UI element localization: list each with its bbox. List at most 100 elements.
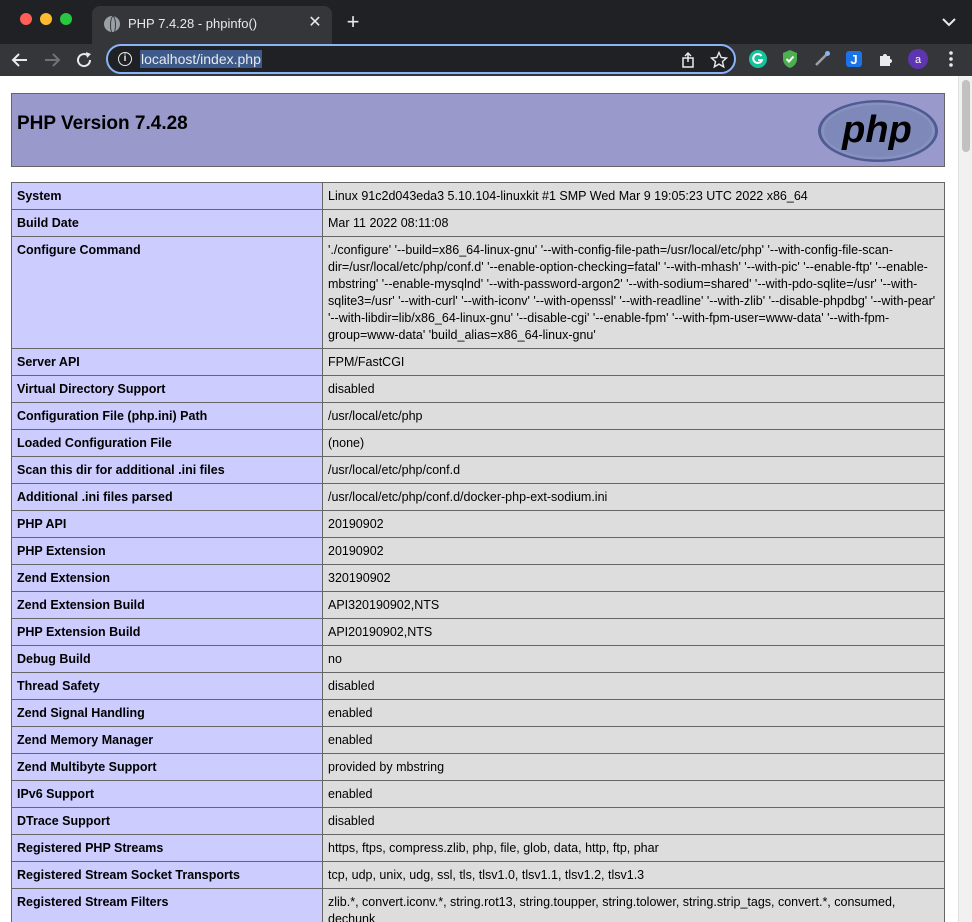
row-label: Registered PHP Streams [11,834,323,862]
table-row: Zend Extension Build API320190902,NTS [11,591,945,619]
page-viewport: PHP Version 7.4.28 php System Linux 91c2d… [0,76,958,922]
forward-arrow-icon[interactable] [40,48,64,72]
tab-close-icon[interactable]: ✕ [306,14,324,32]
row-label: Configure Command [11,236,323,349]
row-label: Zend Memory Manager [11,726,323,754]
share-icon[interactable] [679,51,697,69]
page-title: PHP Version 7.4.28 [17,113,188,134]
table-row: Additional .ini files parsed/usr/local/e… [11,483,945,511]
row-value: https, ftps, compress.zlib, php, file, g… [322,834,945,862]
row-value: disabled [322,375,945,403]
svg-text:a: a [915,54,922,66]
row-value: API20190902,NTS [322,618,945,646]
table-row: DTrace Support disabled [11,807,945,835]
row-label: Loaded Configuration File [11,429,323,457]
row-label: Server API [11,348,323,376]
php-logo: php [818,100,938,162]
row-value: /usr/local/etc/php [322,402,945,430]
new-tab-button[interactable]: + [341,10,365,34]
reload-icon[interactable] [72,48,96,72]
close-window-button[interactable] [20,13,32,25]
row-value: disabled [322,672,945,700]
table-row: Server API FPM/FastCGI [11,348,945,376]
url-text[interactable]: localhost/index.php [140,50,262,68]
table-row: Debug Build no [11,645,945,673]
active-tab[interactable]: PHP 7.4.28 - phpinfo() ✕ [92,6,332,44]
color-picker-icon[interactable] [811,48,833,70]
row-label: PHP Extension Build [11,618,323,646]
row-value: enabled [322,699,945,727]
table-row: System Linux 91c2d043eda3 5.10.104-linuxk… [11,182,945,210]
row-label: Thread Safety [11,672,323,700]
row-value: FPM/FastCGI [322,348,945,376]
table-row: Zend Extension 320190902 [11,564,945,592]
scrollbar-thumb[interactable] [962,80,970,152]
table-row: PHP Extension Build API20190902,NTS [11,618,945,646]
avatar[interactable]: a [907,48,929,70]
row-value: 20190902 [322,510,945,538]
svg-text:php: php [841,109,912,151]
globe-icon [104,16,120,34]
info-icon[interactable]: i [118,52,132,66]
table-row: Zend Memory Manager enabled [11,726,945,754]
vertical-scrollbar[interactable] [958,76,972,922]
row-label: Registered Stream Filters [11,888,323,922]
row-value: provided by mbstring [322,753,945,781]
row-label: Configuration File (php.ini) Path [11,402,323,430]
star-icon[interactable] [710,51,728,69]
row-label: Zend Extension Build [11,591,323,619]
row-value: disabled [322,807,945,835]
table-row: Zend Multibyte Support provided by mbstri… [11,753,945,781]
tab-strip: PHP 7.4.28 - phpinfo() ✕ + [0,0,972,44]
table-row: Virtual Directory Support disabled [11,375,945,403]
row-label: Zend Signal Handling [11,699,323,727]
tab-title: PHP 7.4.28 - phpinfo() [128,16,258,31]
row-value: 20190902 [322,537,945,565]
browser-toolbar: i localhost/index.php J a [0,44,972,76]
table-row: Loaded Configuration File (none) [11,429,945,457]
row-label: Zend Multibyte Support [11,753,323,781]
chevron-down-icon[interactable] [940,14,958,30]
row-label: IPv6 Support [11,780,323,808]
row-value: tcp, udp, unix, udg, ssl, tls, tlsv1.0, … [322,861,945,889]
row-value: no [322,645,945,673]
row-value: (none) [322,429,945,457]
grammarly-icon[interactable] [747,48,769,70]
puzzle-piece-icon[interactable] [875,48,897,70]
row-label: Additional .ini files parsed [11,483,323,511]
address-bar[interactable]: i localhost/index.php [106,44,736,74]
row-label: Virtual Directory Support [11,375,323,403]
row-value: enabled [322,726,945,754]
table-row: PHP API 20190902 [11,510,945,538]
table-row: Registered PHP Streams https, ftps, compr… [11,834,945,862]
row-value: Linux 91c2d043eda3 5.10.104-linuxkit #1 … [322,182,945,210]
extension-j-icon[interactable]: J [843,48,865,70]
row-value: /usr/local/etc/php/conf.d [322,456,945,484]
shield-icon[interactable] [779,48,801,70]
minimize-window-button[interactable] [40,13,52,25]
row-value: zlib.*, convert.iconv.*, string.rot13, s… [322,888,945,922]
row-value: /usr/local/etc/php/conf.d/docker-php-ext… [322,483,945,511]
row-label: DTrace Support [11,807,323,835]
row-label: Scan this dir for additional .ini files [11,456,323,484]
phpinfo-header: PHP Version 7.4.28 php [11,93,945,167]
row-label: Registered Stream Socket Transports [11,861,323,889]
svg-text:J: J [850,52,857,67]
back-arrow-icon[interactable] [8,48,32,72]
row-label: PHP API [11,510,323,538]
table-row: Registered Stream Socket Transports tcp, … [11,861,945,889]
row-value: Mar 11 2022 08:11:08 [322,209,945,237]
table-row: IPv6 Support enabled [11,780,945,808]
table-row: Zend Signal Handling enabled [11,699,945,727]
table-row: Thread Safety disabled [11,672,945,700]
table-row: Scan this dir for additional .ini files /… [11,456,945,484]
row-value: './configure' '--build=x86_64-linux-gnu'… [322,236,945,349]
table-row: PHP Extension 20190902 [11,537,945,565]
row-label: Debug Build [11,645,323,673]
maximize-window-button[interactable] [60,13,72,25]
table-row: Configure Command './configure' '--build=… [11,236,945,349]
row-value: enabled [322,780,945,808]
row-value: API320190902,NTS [322,591,945,619]
kebab-menu-icon[interactable] [940,48,962,70]
row-value: 320190902 [322,564,945,592]
